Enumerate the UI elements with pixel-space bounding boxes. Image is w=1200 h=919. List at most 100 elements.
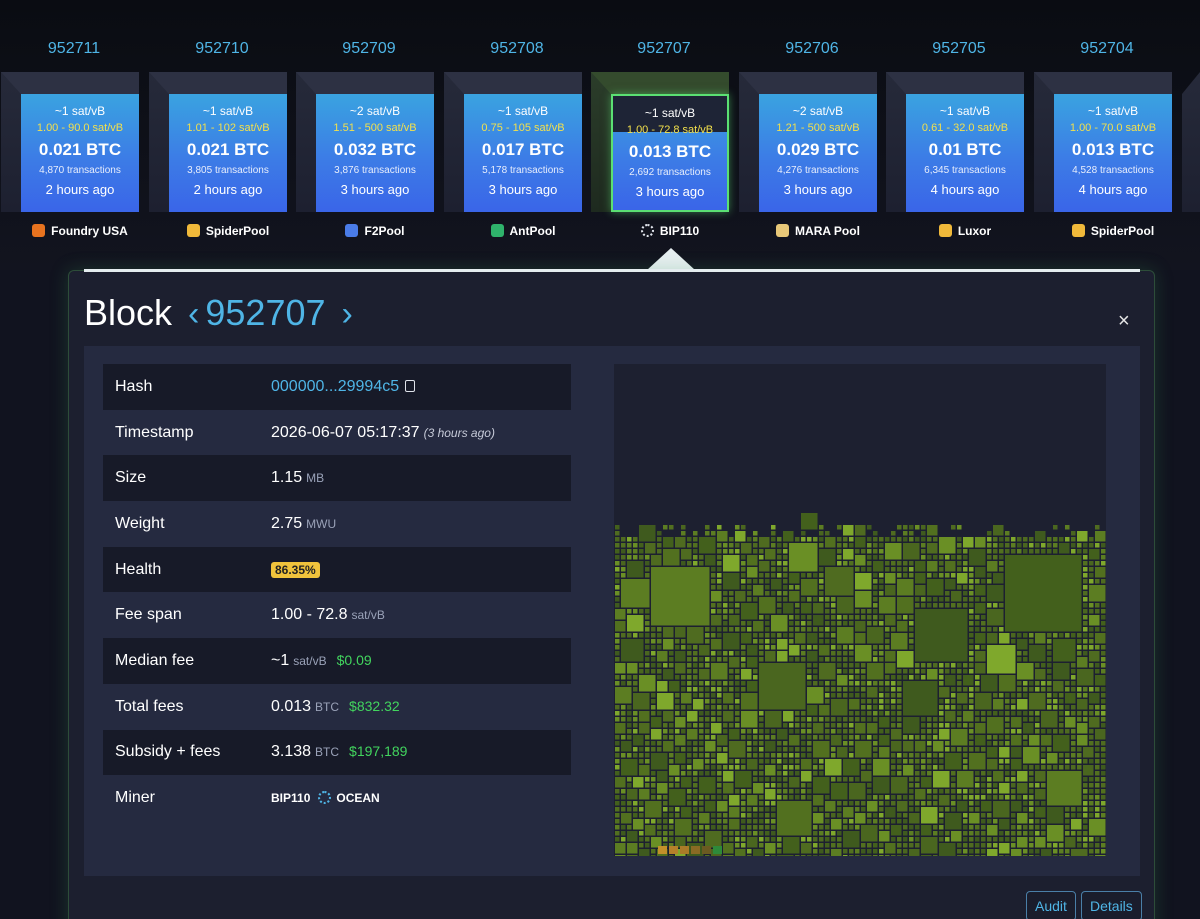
transaction-cell[interactable]	[759, 801, 764, 806]
transaction-cell[interactable]	[729, 765, 734, 770]
transaction-cell[interactable]	[735, 549, 740, 554]
transaction-cell[interactable]	[903, 735, 908, 740]
transaction-cell[interactable]	[1011, 711, 1016, 716]
transaction-cell[interactable]	[687, 765, 692, 770]
transaction-cell[interactable]	[837, 747, 848, 758]
transaction-cell[interactable]	[969, 741, 974, 746]
transaction-cell[interactable]	[903, 825, 908, 830]
transaction-cell[interactable]	[951, 831, 962, 842]
transaction-cell[interactable]	[783, 765, 788, 770]
transaction-cell[interactable]	[855, 849, 860, 854]
transaction-cell[interactable]	[1089, 729, 1094, 734]
transaction-cell[interactable]	[681, 711, 686, 716]
transaction-cell[interactable]	[615, 771, 620, 776]
transaction-cell[interactable]	[729, 819, 740, 830]
transaction-cell[interactable]	[783, 711, 794, 722]
transaction-cell[interactable]	[969, 573, 974, 578]
transaction-cell[interactable]	[777, 783, 782, 788]
transaction-cell[interactable]	[963, 549, 968, 554]
transaction-cell[interactable]	[639, 831, 644, 836]
transaction-cell[interactable]	[627, 717, 632, 722]
transaction-cell[interactable]	[1071, 537, 1076, 542]
transaction-cell[interactable]	[837, 807, 842, 812]
transaction-cell[interactable]	[927, 597, 932, 602]
transaction-cell[interactable]	[1017, 633, 1022, 638]
transaction-cell[interactable]	[753, 597, 758, 602]
transaction-cell[interactable]	[879, 585, 884, 590]
transaction-cell[interactable]	[939, 699, 944, 704]
transaction-cell[interactable]	[939, 597, 944, 602]
transaction-cell[interactable]	[873, 759, 890, 776]
transaction-cell[interactable]	[735, 609, 740, 614]
transaction-cell[interactable]	[939, 819, 944, 824]
transaction-cell[interactable]	[711, 585, 716, 590]
transaction-cell[interactable]	[747, 621, 752, 626]
transaction-cell[interactable]	[1077, 831, 1082, 836]
transaction-cell[interactable]	[771, 525, 776, 530]
transaction-cell[interactable]	[813, 843, 818, 848]
transaction-cell[interactable]	[993, 843, 998, 848]
transaction-cell[interactable]	[1017, 549, 1022, 554]
transaction-cell[interactable]	[1047, 651, 1052, 656]
transaction-cell[interactable]	[1101, 801, 1106, 806]
transaction-cell[interactable]	[825, 843, 830, 848]
transaction-cell[interactable]	[777, 849, 782, 854]
transaction-cell[interactable]	[813, 855, 818, 856]
transaction-cell[interactable]	[801, 627, 806, 632]
transaction-cell[interactable]	[1029, 717, 1034, 722]
transaction-cell[interactable]	[939, 831, 944, 836]
transaction-cell[interactable]	[1005, 855, 1010, 856]
block-transactions-treemap[interactable]	[614, 364, 1106, 856]
transaction-cell[interactable]	[975, 789, 980, 794]
transaction-cell[interactable]	[1011, 717, 1022, 728]
transaction-cell[interactable]	[1071, 819, 1082, 830]
transaction-cell[interactable]	[651, 711, 656, 716]
transaction-cell[interactable]	[1095, 843, 1100, 848]
transaction-cell[interactable]	[729, 837, 734, 842]
transaction-cell[interactable]	[969, 831, 974, 836]
transaction-cell[interactable]	[969, 645, 974, 650]
transaction-cell[interactable]	[699, 801, 704, 806]
transaction-cell[interactable]	[651, 633, 656, 638]
transaction-cell[interactable]	[651, 627, 656, 632]
transaction-cell[interactable]	[1011, 801, 1022, 812]
transaction-cell[interactable]	[873, 717, 878, 722]
transaction-cell[interactable]	[1005, 555, 1082, 632]
transaction-cell[interactable]	[819, 549, 836, 566]
transaction-cell[interactable]	[987, 789, 992, 794]
transaction-cell[interactable]	[759, 825, 764, 830]
transaction-cell[interactable]	[933, 537, 938, 542]
transaction-cell[interactable]	[669, 831, 674, 836]
transaction-cell[interactable]	[1011, 693, 1016, 698]
transaction-cell[interactable]	[1083, 819, 1088, 824]
transaction-cell[interactable]	[933, 555, 938, 560]
transaction-cell[interactable]	[1047, 693, 1052, 698]
transaction-cell[interactable]	[1023, 537, 1028, 542]
transaction-cell[interactable]	[987, 585, 1004, 602]
transaction-cell[interactable]	[975, 627, 980, 632]
transaction-cell[interactable]	[849, 693, 854, 698]
transaction-cell[interactable]	[825, 849, 830, 854]
transaction-cell[interactable]	[765, 813, 770, 818]
transaction-cell[interactable]	[615, 831, 620, 836]
transaction-cell[interactable]	[987, 537, 992, 542]
transaction-cell[interactable]	[741, 687, 746, 692]
transaction-cell[interactable]	[1035, 711, 1040, 716]
transaction-cell[interactable]	[777, 561, 782, 566]
transaction-cell[interactable]	[957, 705, 962, 710]
transaction-cell[interactable]	[1095, 561, 1100, 566]
transaction-cell[interactable]	[975, 567, 986, 578]
transaction-cell[interactable]	[783, 585, 788, 590]
transaction-cell[interactable]	[687, 801, 692, 806]
transaction-cell[interactable]	[867, 543, 872, 548]
transaction-cell[interactable]	[843, 549, 854, 560]
transaction-cell[interactable]	[1071, 663, 1076, 668]
transaction-cell[interactable]	[969, 663, 974, 668]
transaction-cell[interactable]	[867, 795, 872, 800]
transaction-cell[interactable]	[735, 837, 740, 842]
transaction-cell[interactable]	[807, 663, 812, 668]
transaction-cell[interactable]	[1089, 777, 1094, 782]
transaction-cell[interactable]	[969, 843, 974, 848]
transaction-cell[interactable]	[627, 711, 632, 716]
transaction-cell[interactable]	[699, 777, 716, 794]
